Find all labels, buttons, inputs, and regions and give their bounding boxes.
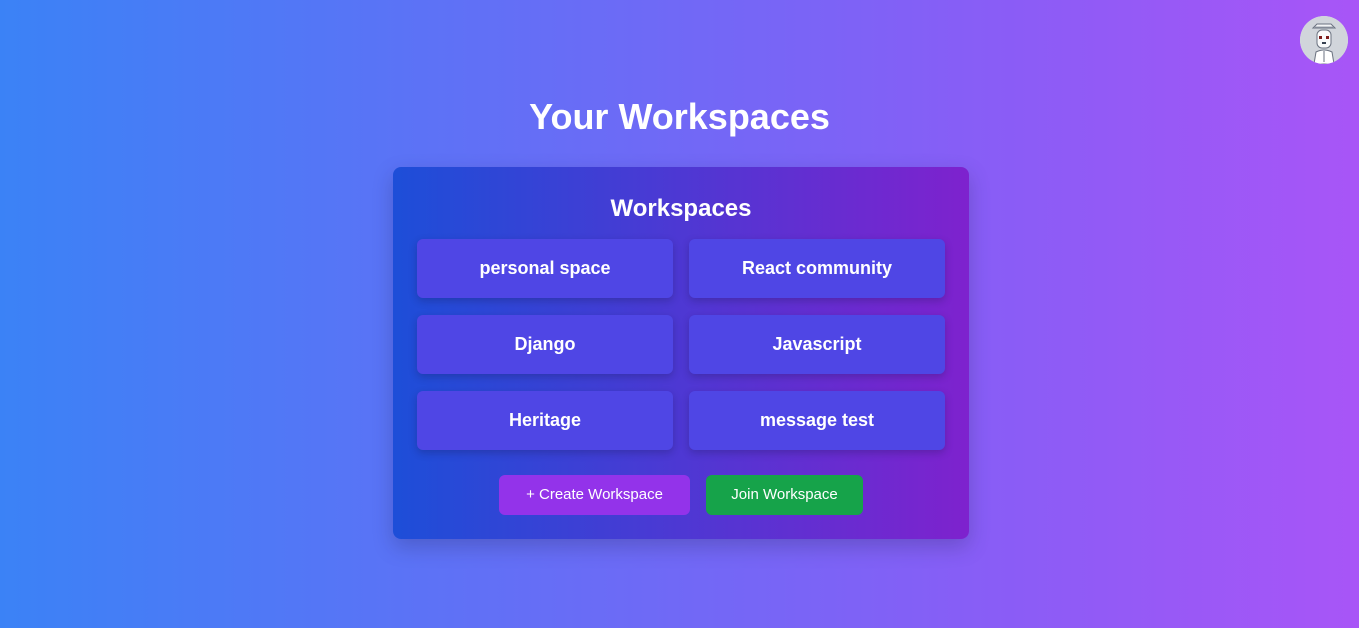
join-workspace-button[interactable]: Join Workspace [706,475,863,515]
workspace-card-react-community[interactable]: React community [689,239,945,298]
workspace-card-message-test[interactable]: message test [689,391,945,450]
workspace-card-javascript[interactable]: Javascript [689,315,945,374]
workspace-card-django[interactable]: Django [417,315,673,374]
create-workspace-button[interactable]: + Create Workspace [499,475,690,515]
panel-title: Workspaces [610,195,752,222]
user-avatar-icon [1300,16,1348,64]
workspace-card-personal-space[interactable]: personal space [417,239,673,298]
page-title: Your Workspaces [529,96,830,137]
workspace-card-heritage[interactable]: Heritage [417,391,673,450]
avatar[interactable] [1300,16,1348,64]
